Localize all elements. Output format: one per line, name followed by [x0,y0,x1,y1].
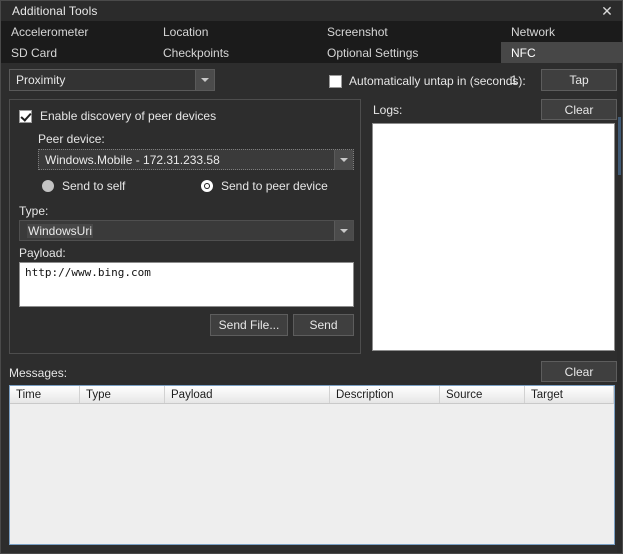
type-select[interactable]: WindowsUri [19,220,354,241]
messages-table-header: Time Type Payload Description Source Tar… [10,386,614,404]
tab-label: Accelerometer [11,24,89,39]
tab-label: Network [511,24,556,39]
type-label: Type: [19,204,49,218]
nfc-mode-select[interactable]: Proximity [9,69,215,91]
tab-checkpoints[interactable]: Checkpoints [153,42,317,63]
column-header-source[interactable]: Source [440,386,525,403]
tab-screenshot[interactable]: Screenshot [317,21,501,42]
payload-label: Payload: [19,246,66,260]
peer-device-group: Enable discovery of peer devices Peer de… [9,99,361,354]
messages-label: Messages: [9,366,68,380]
peer-device-label: Peer device: [38,132,105,146]
logs-label: Logs: [373,103,403,117]
chevron-down-icon[interactable] [334,221,353,241]
tab-location[interactable]: Location [153,21,317,42]
column-header-description[interactable]: Description [330,386,440,403]
column-header-type[interactable]: Type [80,386,165,403]
window-title: Additional Tools [12,4,98,18]
radio-send-to-peer-device[interactable]: Send to peer device [201,179,328,193]
scrollbar-thumb[interactable] [618,117,621,175]
chevron-down-icon[interactable] [195,70,214,90]
tab-strip: Accelerometer Location Screenshot Networ… [1,21,622,63]
peer-device-value: Windows.Mobile - 172.31.233.58 [45,153,220,167]
radio-indicator [201,180,213,192]
tab-label: SD Card [11,45,58,60]
tab-nfc[interactable]: NFC [501,42,622,63]
window-title-bar: Additional Tools ✕ [1,1,622,22]
tab-optional-settings[interactable]: Optional Settings [317,42,501,63]
logs-output[interactable] [372,123,615,351]
send-file-button[interactable]: Send File... [210,314,288,336]
auto-untap-seconds-input[interactable]: 1 [501,73,527,87]
close-icon[interactable]: ✕ [592,2,622,20]
enable-discovery-label: Enable discovery of peer devices [40,109,217,123]
tab-accelerometer[interactable]: Accelerometer [1,21,153,42]
messages-table[interactable]: Time Type Payload Description Source Tar… [9,385,615,545]
chevron-down-icon[interactable] [334,150,353,170]
auto-untap-checkbox[interactable] [329,74,342,88]
peer-device-select[interactable]: Windows.Mobile - 172.31.233.58 [38,149,354,170]
messages-table-body [10,404,614,544]
enable-discovery-group: Enable discovery of peer devices [19,109,216,123]
radio-send-to-self[interactable]: Send to self [42,179,125,193]
radio-label: Send to self [62,179,126,193]
column-header-time[interactable]: Time [10,386,80,403]
window-scrollbar[interactable] [617,63,622,553]
tab-label: Checkpoints [163,45,230,60]
payload-value: http://www.bing.com [25,266,151,279]
tab-network[interactable]: Network [501,21,622,42]
clear-logs-button[interactable]: Clear [541,99,617,120]
payload-textarea[interactable]: http://www.bing.com [19,262,354,307]
send-target-radio-group: Send to self Send to peer device [38,179,354,195]
auto-untap-group: Automatically untap in (seconds): [329,73,526,89]
enable-discovery-checkbox[interactable] [19,109,32,123]
radio-indicator [42,180,54,192]
clear-messages-button[interactable]: Clear [541,361,617,382]
send-button[interactable]: Send [293,314,354,336]
auto-untap-label: Automatically untap in (seconds): [349,74,526,88]
tab-label: Screenshot [327,24,388,39]
type-value: WindowsUri [27,224,94,238]
additional-tools-window: Additional Tools ✕ Accelerometer Locatio… [0,0,623,554]
tab-label: NFC [511,45,536,60]
nfc-panel: Proximity Automatically untap in (second… [1,63,622,553]
radio-label: Send to peer device [221,179,328,193]
tab-sd-card[interactable]: SD Card [1,42,153,63]
tap-button[interactable]: Tap [541,69,617,91]
tab-label: Optional Settings [327,45,419,60]
tab-label: Location [163,24,209,39]
column-header-target[interactable]: Target [525,386,614,403]
column-header-payload[interactable]: Payload [165,386,330,403]
nfc-mode-value: Proximity [16,73,66,87]
